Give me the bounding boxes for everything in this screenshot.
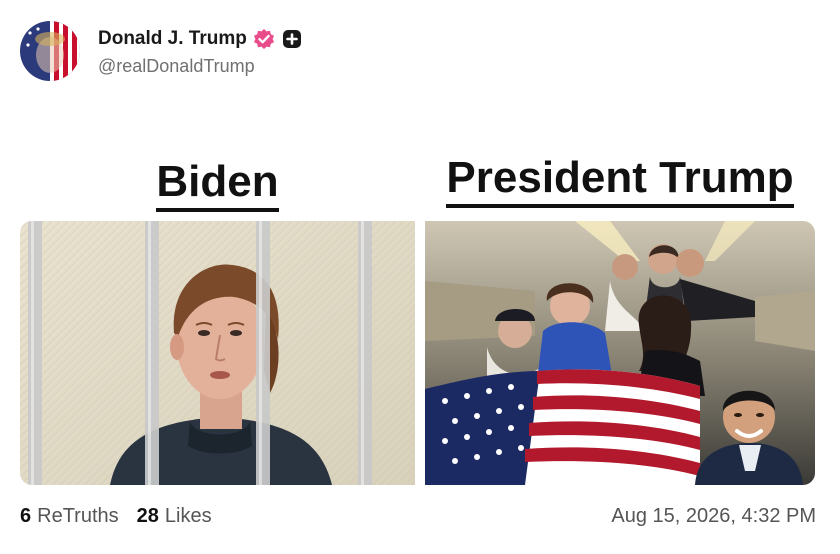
meme-left-title-text: Biden [156, 157, 279, 212]
retruths-label: ReTruths [37, 504, 119, 527]
post-header: Donald J. Trump @realDonaldTrump [20, 20, 302, 82]
avatar[interactable] [20, 21, 80, 81]
likes-stat[interactable]: 28 Likes [137, 505, 212, 528]
author-display-name[interactable]: Donald J. Trump [98, 28, 247, 50]
retruths-stat[interactable]: 6 ReTruths [20, 505, 119, 528]
meme-right-title: President Trump [425, 153, 815, 208]
meme-right-title-text: President Trump [446, 153, 794, 208]
retruths-count: 6 [20, 504, 32, 527]
author-handle[interactable]: @realDonaldTrump [98, 56, 302, 77]
meme-left-title: Biden [20, 157, 415, 212]
verified-badge-icon [253, 28, 275, 50]
man-behind-bars-photo[interactable] [20, 221, 415, 485]
post-footer: 6 ReTruths 28 Likes Aug 15, 2026, 4:32 P… [20, 503, 816, 529]
likes-label: Likes [164, 504, 212, 527]
group-with-american-flag-on-plane-photo[interactable] [425, 221, 815, 485]
post-timestamp[interactable]: Aug 15, 2026, 4:32 PM [611, 505, 816, 528]
likes-count: 28 [136, 504, 159, 527]
plus-badge-icon [282, 29, 302, 49]
